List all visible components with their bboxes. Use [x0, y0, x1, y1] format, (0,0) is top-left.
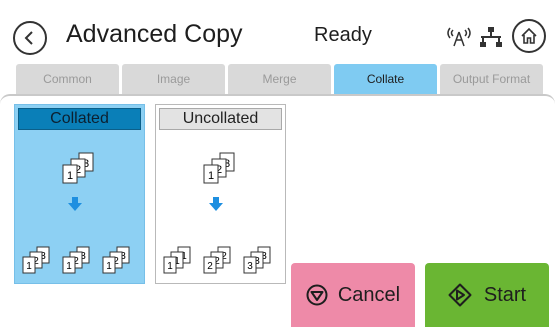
svg-text:1: 1: [67, 170, 73, 182]
tab-common[interactable]: Common: [16, 64, 119, 94]
collated-option[interactable]: Collated 3 2 1 3 2 1 3 2 1 3 2 1: [14, 104, 145, 284]
collated-label: Collated: [18, 108, 141, 130]
stop-icon: [306, 284, 328, 306]
chevron-left-icon: [24, 31, 33, 45]
wireless-icon: [447, 27, 471, 47]
svg-text:3: 3: [247, 261, 253, 272]
tab-bar: Common Image Merge Collate Output Format: [16, 64, 543, 94]
start-button[interactable]: Start: [425, 263, 549, 327]
tab-image[interactable]: Image: [122, 64, 225, 94]
uncollated-label: Uncollated: [159, 108, 282, 130]
arrow-down-icon: [68, 197, 82, 211]
collated-output-stacks-icon: 3 2 1 3 2 1 3 2 1: [22, 246, 130, 274]
svg-text:1: 1: [167, 261, 173, 272]
tab-collate[interactable]: Collate: [334, 64, 437, 94]
back-button[interactable]: [13, 21, 47, 55]
network-icon: [480, 27, 502, 47]
status-text: Ready: [314, 24, 372, 46]
top-bar: Advanced Copy Ready: [0, 0, 555, 62]
page-title: Advanced Copy: [66, 20, 243, 48]
tab-output-format[interactable]: Output Format: [440, 64, 543, 94]
svg-text:1: 1: [66, 261, 72, 272]
start-label: Start: [483, 283, 527, 306]
svg-text:2: 2: [207, 261, 213, 272]
start-icon: [448, 283, 472, 307]
uncollated-option[interactable]: Uncollated 3 2 1 1 1 1 2 2 2 3 3 3: [155, 104, 286, 284]
arrow-down-icon: [209, 197, 223, 211]
uncollated-source-stack-icon: 3 2 1: [203, 152, 235, 184]
svg-text:1: 1: [208, 170, 214, 182]
collated-source-stack-icon: 3 2 1: [62, 152, 94, 184]
home-button[interactable]: [512, 19, 546, 53]
svg-text:1: 1: [106, 261, 112, 272]
uncollated-output-stacks-icon: 1 1 1 2 2 2 3 3 3: [163, 246, 271, 274]
tab-merge[interactable]: Merge: [228, 64, 331, 94]
home-icon: [521, 27, 537, 44]
svg-text:1: 1: [26, 261, 32, 272]
cancel-label: Cancel: [337, 283, 401, 306]
cancel-button[interactable]: Cancel: [291, 263, 415, 327]
